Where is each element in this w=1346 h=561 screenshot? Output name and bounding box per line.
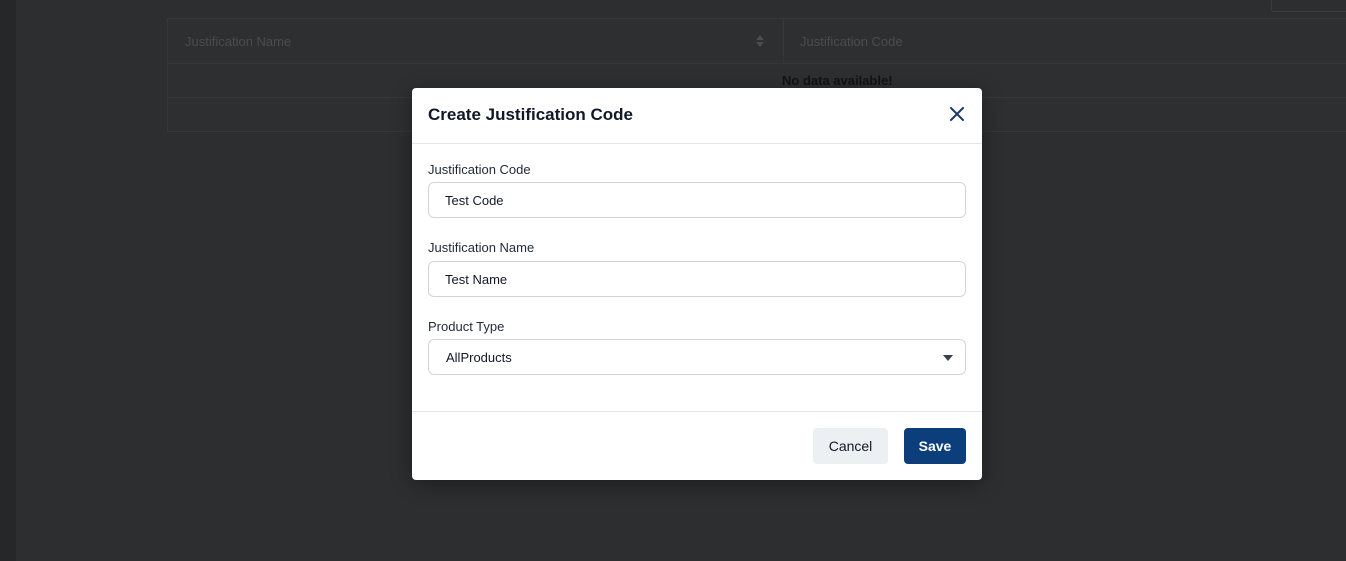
column-header-label: Justification Code [800,33,903,49]
create-justification-modal: Create Justification Code Justification … [412,88,982,480]
caret-down-icon [943,355,953,361]
product-type-value: AllProducts [446,349,512,365]
justification-name-input[interactable] [428,261,966,297]
product-type-select[interactable]: AllProducts [428,339,966,375]
column-header-label: Justification Name [185,33,292,49]
empty-message: No data available! [782,72,893,88]
sort-icon [756,35,764,47]
product-type-label: Product Type [428,319,505,334]
column-header-justification-code: Justification Code [784,19,1346,63]
modal-title: Create Justification Code [428,105,633,124]
justification-code-input[interactable] [428,182,966,218]
cancel-button[interactable]: Cancel [813,428,888,464]
column-header-justification-name: Justification Name [168,19,784,63]
justification-name-label: Justification Name [428,240,535,255]
sidebar [0,0,16,561]
close-icon [950,107,964,121]
toolbar-button [1271,0,1346,12]
justification-code-label: Justification Code [428,162,531,177]
table-header: Justification Name Justification Code [168,19,1346,64]
save-button[interactable]: Save [904,428,966,464]
modal-footer: Cancel Save [412,411,982,481]
modal-header: Create Justification Code [412,88,982,144]
close-button[interactable] [947,104,967,124]
